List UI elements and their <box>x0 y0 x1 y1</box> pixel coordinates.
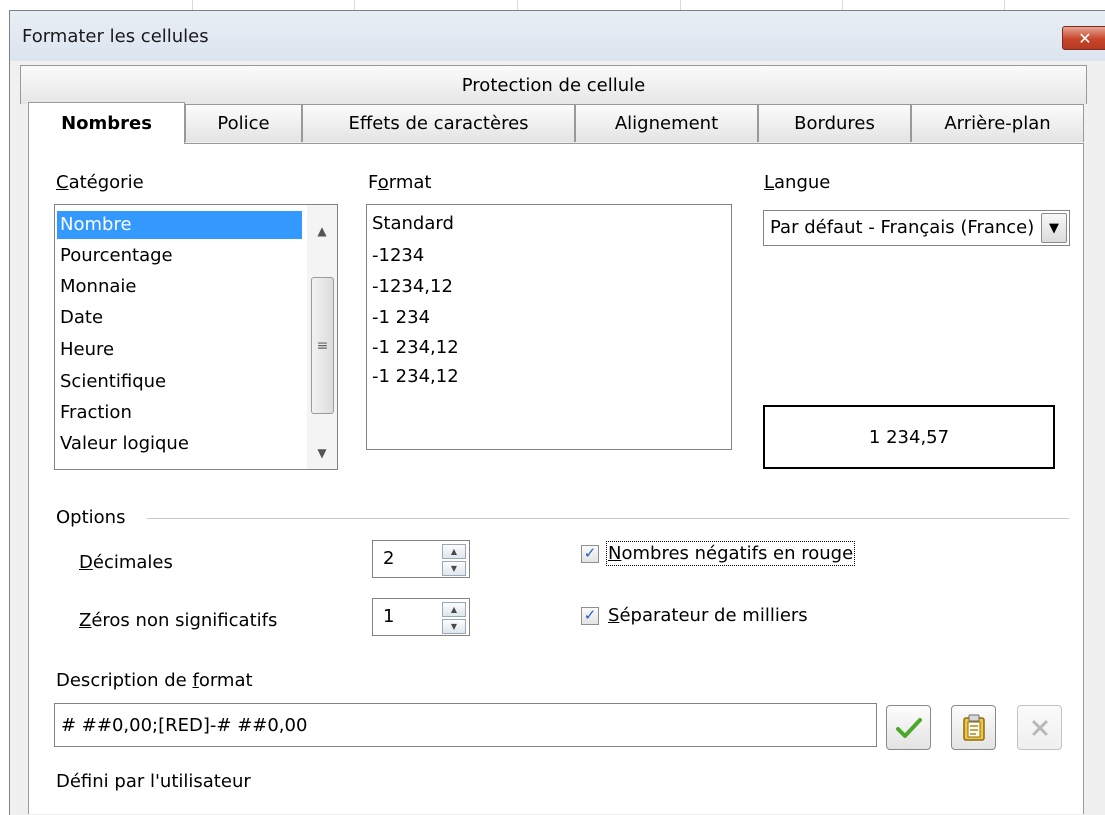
negatifs-rouge-label: Nombres négatifs en rouge <box>605 541 856 566</box>
preview-value: 1 234,57 <box>868 426 950 448</box>
list-item[interactable]: Heure <box>60 339 114 360</box>
langue-value: Par défaut - Français (France) <box>770 217 1035 238</box>
list-item[interactable]: Scientifique <box>60 371 166 392</box>
list-item[interactable]: -1 234,12 <box>372 337 459 358</box>
dialog-title: Formater les cellules <box>22 26 209 47</box>
negatifs-rouge-checkbox[interactable]: ✓ Nombres négatifs en rouge <box>581 541 856 566</box>
tab-arriere-plan-label: Arrière-plan <box>944 113 1051 134</box>
format-label: Format <box>368 172 432 193</box>
list-item[interactable]: Nombre <box>57 211 302 239</box>
decimales-label: Décimales <box>79 552 173 573</box>
tab-effets-label: Effets de caractères <box>348 113 529 134</box>
format-list[interactable]: Standard -1234 -1234,12 -1 234 -1 234,12… <box>366 204 732 450</box>
delete-button[interactable] <box>1017 705 1062 750</box>
accept-button[interactable] <box>886 705 931 750</box>
list-item[interactable]: -1 234 <box>372 307 430 328</box>
scroll-up-icon[interactable]: ▲ <box>307 219 337 243</box>
chevron-down-icon[interactable]: ▼ <box>1041 213 1067 243</box>
list-item[interactable]: -1 234,12 <box>372 366 459 387</box>
title-bar[interactable]: Formater les cellules ✕ <box>10 11 1105 61</box>
list-item[interactable]: Valeur logique <box>60 433 189 454</box>
description-label: Description de format <box>56 670 253 691</box>
clipboard-icon <box>962 714 985 741</box>
zeros-stepper[interactable]: 1 ▲ ▼ <box>372 598 470 636</box>
decimales-stepper[interactable]: 2 ▲ ▼ <box>372 540 470 578</box>
check-icon <box>895 717 922 738</box>
list-item[interactable]: Standard <box>372 213 454 234</box>
spin-down-icon[interactable]: ▼ <box>442 561 466 576</box>
format-status: Défini par l'utilisateur <box>56 771 251 792</box>
list-item[interactable]: Pourcentage <box>60 245 173 266</box>
langue-select[interactable]: Par défaut - Français (France) ▼ <box>763 210 1070 246</box>
langue-label: Langue <box>764 172 831 193</box>
tab-protection-label: Protection de cellule <box>461 74 646 96</box>
zeros-label: Zéros non significatifs <box>79 610 278 631</box>
spin-up-icon[interactable]: ▲ <box>442 544 466 559</box>
tab-arriere-plan[interactable]: Arrière-plan <box>911 104 1084 142</box>
zeros-value: 1 <box>383 606 395 627</box>
scroll-down-icon[interactable]: ▼ <box>307 441 337 465</box>
tab-nombres[interactable]: Nombres <box>28 102 185 144</box>
category-list[interactable]: Nombre Pourcentage Monnaie Date Heure Sc… <box>54 204 338 470</box>
tab-police[interactable]: Police <box>185 104 302 142</box>
tab-nombres-label: Nombres <box>61 113 152 134</box>
format-code-input[interactable] <box>54 703 877 747</box>
tab-effets[interactable]: Effets de caractères <box>302 104 575 142</box>
category-label: Catégorie <box>56 172 144 193</box>
options-separator <box>147 518 1069 519</box>
list-item[interactable]: -1234,12 <box>372 276 453 297</box>
decimales-value: 2 <box>383 548 395 569</box>
separateur-milliers-checkbox[interactable]: ✓ Séparateur de milliers <box>581 605 808 626</box>
spin-up-icon[interactable]: ▲ <box>442 602 466 617</box>
tab-alignement[interactable]: Alignement <box>575 104 758 142</box>
tab-police-label: Police <box>217 113 270 134</box>
separateur-milliers-label: Séparateur de milliers <box>608 605 808 626</box>
checkmark-icon[interactable]: ✓ <box>581 606 599 625</box>
options-title: Options <box>56 507 126 528</box>
scroll-thumb[interactable]: ≡ <box>311 277 334 414</box>
tab-bordures-label: Bordures <box>794 113 875 134</box>
checkmark-icon[interactable]: ✓ <box>581 544 599 563</box>
spin-down-icon[interactable]: ▼ <box>442 619 466 634</box>
format-preview: 1 234,57 <box>763 405 1055 469</box>
category-scrollbar[interactable]: ▲ ≡ ▼ <box>307 205 337 469</box>
delete-icon <box>1032 720 1047 735</box>
close-button[interactable]: ✕ <box>1062 26 1105 50</box>
edit-comment-button[interactable] <box>951 705 996 750</box>
list-item[interactable]: -1234 <box>372 245 424 266</box>
close-icon: ✕ <box>1078 28 1092 48</box>
tab-protection[interactable]: Protection de cellule <box>20 65 1087 104</box>
format-code-field[interactable] <box>59 704 863 746</box>
tab-bordures[interactable]: Bordures <box>758 104 911 142</box>
list-item[interactable]: Fraction <box>60 402 132 423</box>
tab-alignement-label: Alignement <box>614 113 719 134</box>
list-item[interactable]: Monnaie <box>60 276 136 297</box>
list-item[interactable]: Date <box>60 307 103 328</box>
grip-icon: ≡ <box>316 337 329 354</box>
